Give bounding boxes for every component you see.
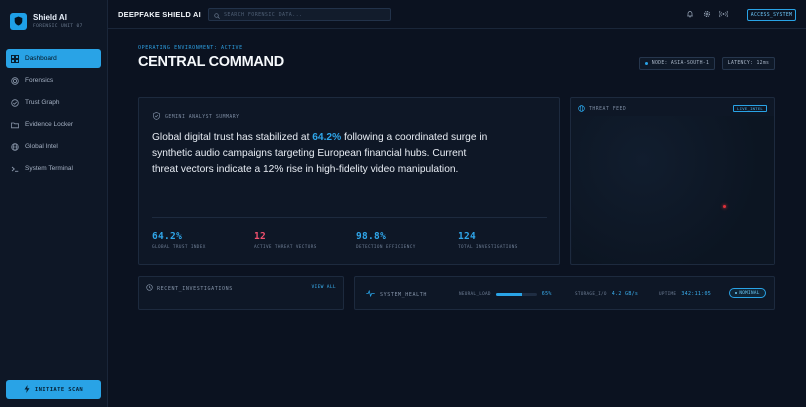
- sidebar-item-dashboard[interactable]: Dashboard: [6, 49, 101, 68]
- stat-total-investigations: 124 TOTAL INVESTIGATIONS: [458, 231, 518, 250]
- latency-badge: LATENCY: 12ms: [722, 57, 775, 70]
- summary-text: Global digital trust has stabilized at 6…: [152, 130, 492, 179]
- gear-icon[interactable]: [702, 9, 711, 18]
- stat-label: GLOBAL TRUST INDEX: [152, 245, 206, 250]
- stat-value: 12: [254, 231, 267, 242]
- recent-investigations-card: RECENT_INVESTIGATIONS VIEW ALL: [138, 276, 344, 310]
- sidebar-item-system-terminal[interactable]: System Terminal: [6, 159, 101, 178]
- shield-icon: [10, 12, 27, 30]
- uptime-label: UPTIME: [659, 291, 677, 297]
- stat-value: 64.2%: [152, 231, 183, 242]
- initiate-scan-button[interactable]: INITIATE SCAN: [6, 380, 101, 399]
- nominal-status-badge: NOMINAL: [729, 288, 766, 298]
- neural-load-label: NEURAL_LOAD: [459, 291, 491, 297]
- sidebar-item-label: Dashboard: [25, 55, 57, 62]
- brand-title: Shield AI: [33, 13, 67, 22]
- stat-active-threat-vectors: 12 ACTIVE THREAT VECTORS: [254, 231, 317, 250]
- threat-blip[interactable]: [723, 205, 726, 208]
- summary-header: GEMINI ANALYST SUMMARY: [153, 112, 240, 122]
- environment-status: OPERATING ENVIRONMENT: ACTIVE: [138, 45, 243, 51]
- top-icons: [685, 9, 728, 18]
- stat-label: ACTIVE THREAT VECTORS: [254, 245, 317, 250]
- fingerprint-icon: [11, 76, 19, 85]
- sidebar-item-label: Global Intel: [25, 143, 58, 150]
- broadcast-icon[interactable]: [719, 9, 728, 18]
- history-icon: [146, 284, 153, 293]
- neural-load-bar: [495, 292, 537, 296]
- neural-load-bar-fill: [495, 292, 523, 296]
- recent-header: RECENT_INVESTIGATIONS: [146, 284, 233, 293]
- summary-highlight: 64.2%: [312, 132, 342, 143]
- storage-label: STORAGE_I/O: [575, 291, 607, 297]
- node-label: NODE: ASIA-SOUTH-1: [651, 61, 710, 66]
- sidebar-nav: Dashboard Forensics Trust Graph Evidence…: [6, 49, 101, 181]
- status-dot-icon: [735, 292, 738, 294]
- storage-value: 4.2 GB/s: [611, 291, 639, 297]
- globe-icon: [578, 105, 585, 114]
- shield-check-icon: [153, 112, 160, 122]
- access-system-button[interactable]: ACCESS_SYSTEM: [747, 9, 796, 21]
- brand-subtitle: FORENSIC UNIT 07: [33, 24, 83, 29]
- threat-feed-label: THREAT FEED: [589, 107, 627, 112]
- initiate-scan-label: INITIATE SCAN: [34, 386, 84, 393]
- view-all-link[interactable]: VIEW ALL: [311, 285, 336, 290]
- stat-label: DETECTION EFFICIENCY: [356, 245, 416, 250]
- uptime-metric: UPTIME 342:11:05: [659, 291, 711, 297]
- recent-label: RECENT_INVESTIGATIONS: [157, 285, 233, 292]
- bell-icon[interactable]: [685, 9, 694, 18]
- summary-label: GEMINI ANALYST SUMMARY: [165, 114, 240, 120]
- lightning-icon: [24, 384, 30, 395]
- pulse-icon: [366, 289, 375, 299]
- page-title: CENTRAL COMMAND: [138, 54, 284, 70]
- search-icon: [214, 6, 220, 24]
- sidebar-item-label: Trust Graph: [25, 99, 60, 106]
- threat-feed-header: THREAT FEED: [578, 105, 626, 114]
- graph-icon: [11, 98, 19, 107]
- brand[interactable]: Shield AI FORENSIC UNIT 07: [10, 9, 102, 33]
- sidebar-item-evidence-locker[interactable]: Evidence Locker: [6, 115, 101, 134]
- status-dot-icon: [644, 62, 648, 65]
- sidebar-item-label: System Terminal: [25, 165, 73, 172]
- health-header: SYSTEM_HEALTH: [366, 289, 427, 299]
- live-intel-badge: LIVE_INTEL: [733, 105, 767, 112]
- summary-text-before: Global digital trust has stabilized at: [152, 132, 313, 143]
- globe-icon: [11, 142, 19, 151]
- sidebar-item-forensics[interactable]: Forensics: [6, 71, 101, 90]
- neural-load-value: 65%: [541, 291, 552, 297]
- divider: [152, 217, 547, 218]
- sidebar: Shield AI FORENSIC UNIT 07 Dashboard For…: [0, 0, 108, 407]
- sidebar-item-trust-graph[interactable]: Trust Graph: [6, 93, 101, 112]
- analyst-summary-card: GEMINI ANALYST SUMMARY Global digital tr…: [138, 97, 560, 265]
- sidebar-item-label: Forensics: [25, 77, 54, 84]
- stat-value: 98.8%: [356, 231, 387, 242]
- node-badge: NODE: ASIA-SOUTH-1: [639, 57, 715, 70]
- threat-map[interactable]: [572, 116, 774, 264]
- search-box[interactable]: [208, 8, 391, 21]
- threat-feed-card: THREAT FEED LIVE_INTEL: [570, 97, 775, 265]
- search-input[interactable]: [224, 11, 384, 18]
- top-bar: DEEPFAKE SHIELD AI ACCESS_SYSTEM: [108, 0, 806, 29]
- uptime-value: 342:11:05: [681, 291, 712, 297]
- health-label: SYSTEM_HEALTH: [380, 291, 427, 298]
- storage-metric: STORAGE_I/O 4.2 GB/s: [575, 291, 638, 297]
- sidebar-item-label: Evidence Locker: [25, 121, 74, 128]
- stat-detection-efficiency: 98.8% DETECTION EFFICIENCY: [356, 231, 416, 250]
- terminal-icon: [11, 165, 19, 173]
- stat-global-trust-index: 64.2% GLOBAL TRUST INDEX: [152, 231, 206, 250]
- status-label: NOMINAL: [739, 290, 760, 296]
- dashboard-icon: [11, 54, 19, 63]
- folder-icon: [11, 121, 19, 129]
- neural-load-metric: NEURAL_LOAD 65%: [459, 291, 552, 297]
- app-title: DEEPFAKE SHIELD AI: [118, 10, 201, 19]
- stat-label: TOTAL INVESTIGATIONS: [458, 245, 518, 250]
- sidebar-item-global-intel[interactable]: Global Intel: [6, 137, 101, 156]
- stat-value: 124: [458, 231, 477, 242]
- system-health-card: SYSTEM_HEALTH NEURAL_LOAD 65% STORAGE_I/…: [354, 276, 775, 310]
